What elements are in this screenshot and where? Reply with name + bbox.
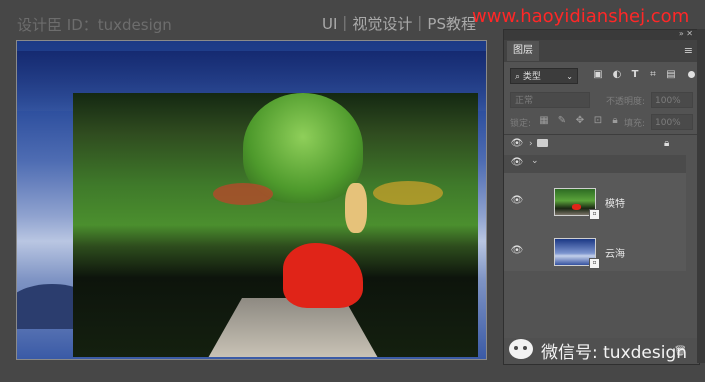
wooden-dock	[208, 298, 378, 357]
filter-kind-label: 类型	[522, 72, 541, 82]
layer-row-sea[interactable]: 👁︎ ▫ 云海	[504, 231, 686, 271]
lock-all-icon[interactable]: 🔒︎	[609, 115, 621, 127]
type-filter-icon[interactable]: T	[629, 69, 641, 81]
panel-title-bar	[504, 30, 699, 40]
layers-panel: » ✕ 图层 ≡ ⌕ 类型 ⌄ ▣ ◐ T ⌗ ▤ 正常 不透明度: 100% …	[503, 29, 700, 365]
yellow-bush	[373, 181, 443, 205]
wechat-icon	[509, 339, 533, 359]
smart-object-icon: ▫	[589, 209, 600, 220]
document-canvas[interactable]	[16, 40, 487, 360]
eye-icon[interactable]: 👁︎	[510, 195, 524, 206]
fill-label: 填充:	[624, 119, 646, 129]
watermark-designer-id: 设计臣 ID：tuxdesign	[17, 16, 172, 34]
fill-field[interactable]: 100%	[651, 114, 693, 130]
blend-mode-select[interactable]: 正常	[510, 92, 590, 108]
smart-object-icon: ▫	[589, 258, 600, 269]
adjustment-filter-icon[interactable]: ◐	[611, 69, 623, 81]
lock-brush-icon[interactable]: ✎	[556, 115, 568, 127]
filter-kind-select[interactable]: ⌕ 类型 ⌄	[510, 68, 578, 84]
lock-row: 锁定: ▦ ✎ ✥ ⊡ 🔒︎ 填充: 100%	[508, 114, 695, 130]
layer-row-group-expanded[interactable]: 👁︎ ⌄	[504, 155, 686, 173]
side-toolbar-strip	[697, 29, 705, 363]
blend-row: 正常 不透明度: 100%	[508, 92, 695, 108]
tab-layers[interactable]: 图层	[507, 41, 539, 61]
red-dress-figure	[283, 243, 363, 308]
wechat-watermark: 微信号: tuxdesign	[509, 337, 699, 367]
blonde-hair	[345, 183, 367, 233]
lock-artboard-icon[interactable]: ⊡	[592, 115, 604, 127]
search-icon: ⌕	[515, 72, 523, 82]
chevron-down-icon[interactable]: ⌄	[531, 156, 539, 166]
wechat-id-text: 微信号: tuxdesign	[541, 343, 688, 363]
watermark-topics: UI｜视觉设计｜PS教程	[322, 15, 476, 33]
lock-icon: 🔒︎	[664, 138, 670, 149]
lock-transparent-icon[interactable]: ▦	[538, 115, 550, 127]
eye-icon[interactable]: 👁︎	[510, 157, 524, 168]
hamburger-menu-icon[interactable]: ≡	[684, 44, 693, 57]
eye-icon[interactable]: 👁︎	[510, 245, 524, 256]
layer-name: 模特	[605, 199, 625, 210]
image-filter-icon[interactable]: ▣	[592, 69, 604, 81]
chevron-down-icon: ⌄	[566, 72, 573, 81]
red-bush	[213, 183, 273, 205]
lock-move-icon[interactable]: ✥	[574, 115, 586, 127]
watermark-url: www.haoyidianshej.com	[472, 6, 690, 27]
model-photo	[73, 93, 478, 357]
eye-icon[interactable]: 👁︎	[510, 138, 524, 149]
collapse-icon[interactable]: » ✕	[679, 29, 693, 38]
smart-object-filter-icon[interactable]: ▤	[665, 69, 677, 81]
layer-row-model[interactable]: 👁︎ ▫ 模特	[504, 173, 686, 231]
folder-icon	[537, 139, 548, 147]
opacity-label: 不透明度:	[606, 97, 646, 107]
lock-label: 锁定:	[510, 119, 532, 129]
chevron-right-icon[interactable]: ›	[529, 139, 533, 149]
filter-row: ⌕ 类型 ⌄ ▣ ◐ T ⌗ ▤	[508, 68, 695, 86]
layer-name: 云海	[605, 249, 625, 260]
layer-row-group-collapsed[interactable]: 👁︎ › 🔒︎	[504, 135, 686, 155]
opacity-field[interactable]: 100%	[651, 92, 693, 108]
filter-toggle-icon[interactable]	[688, 71, 695, 78]
shape-filter-icon[interactable]: ⌗	[647, 69, 659, 81]
